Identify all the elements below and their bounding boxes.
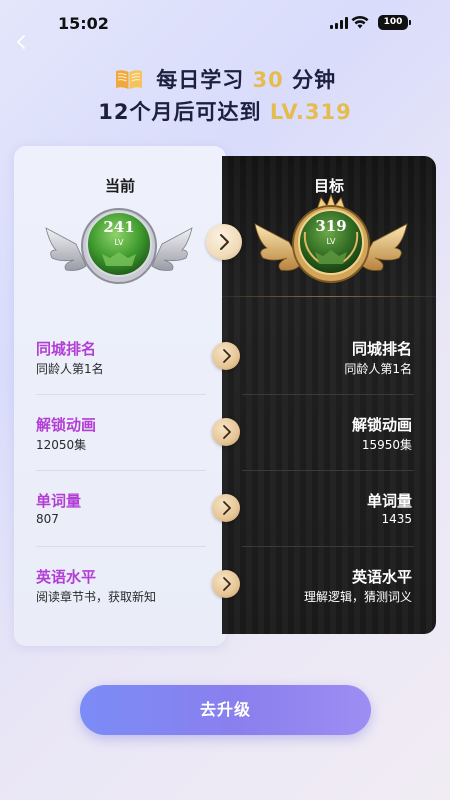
row-3-value-current: 807 bbox=[36, 512, 59, 526]
headline-suffix: 分钟 bbox=[292, 68, 337, 92]
target-level-lv: LV bbox=[326, 237, 336, 246]
row-divider bbox=[242, 546, 414, 547]
book-icon bbox=[115, 70, 142, 89]
row-4-title-current: 英语水平 bbox=[36, 568, 97, 586]
headline-minutes: 30 bbox=[252, 68, 284, 92]
row-1-title-target: 同城排名 bbox=[351, 340, 412, 358]
row-1-title-current: 同城排名 bbox=[36, 340, 97, 358]
current-level-number: 241 bbox=[103, 218, 134, 236]
row-divider bbox=[36, 470, 206, 471]
row-divider bbox=[242, 470, 414, 471]
row-3-title-current: 单词量 bbox=[36, 492, 82, 510]
row-divider bbox=[36, 394, 206, 395]
back-button[interactable] bbox=[12, 32, 32, 52]
row-2-value-target: 15950集 bbox=[361, 438, 412, 452]
row-4-title-target: 英语水平 bbox=[351, 568, 412, 586]
row-1-arrow-icon bbox=[212, 342, 240, 370]
row-1-value-current: 同龄人第1名 bbox=[36, 362, 104, 376]
row-3-arrow-icon bbox=[212, 494, 240, 522]
target-level-badge: 319 LV bbox=[254, 193, 408, 283]
row-4-value-target: 理解逻辑，猜测词义 bbox=[303, 590, 412, 604]
row-2-title-target: 解锁动画 bbox=[351, 416, 412, 434]
headline-line2-prefix: 12个月后可达到 bbox=[98, 100, 262, 124]
headline-prefix: 每日学习 bbox=[156, 68, 245, 92]
row-3-value-target: 1435 bbox=[381, 512, 412, 526]
row-2-arrow-icon bbox=[212, 418, 240, 446]
current-title: 当前 bbox=[104, 177, 135, 195]
upgrade-button[interactable]: 去升级 bbox=[80, 685, 371, 735]
row-2-value-current: 12050集 bbox=[36, 438, 87, 452]
row-divider bbox=[242, 394, 414, 395]
signal-icon bbox=[330, 17, 348, 29]
row-4-value-current: 阅读章节书，获取新知 bbox=[36, 590, 157, 604]
row-1-value-target: 同龄人第1名 bbox=[344, 362, 412, 376]
target-level-number: 319 bbox=[315, 217, 346, 235]
status-bar: 15:02 100 bbox=[0, 0, 450, 44]
headline-daily-study: 每日学习 30 分钟 bbox=[0, 64, 450, 94]
row-3-title-target: 单词量 bbox=[366, 492, 412, 510]
current-level-lv: LV bbox=[114, 238, 124, 247]
headline-level: LV.319 bbox=[269, 100, 352, 124]
current-level-badge: 241 LV bbox=[45, 208, 193, 284]
level-arrow-icon bbox=[206, 224, 242, 260]
row-divider bbox=[36, 546, 206, 547]
row-2-title-current: 解锁动画 bbox=[36, 416, 97, 434]
row-4-arrow-icon bbox=[212, 570, 240, 598]
status-time: 15:02 bbox=[58, 14, 109, 33]
headline-target-level: 12个月后可达到 LV.319 bbox=[0, 96, 450, 126]
battery-icon: 100 bbox=[378, 15, 411, 30]
wifi-icon bbox=[351, 15, 369, 29]
